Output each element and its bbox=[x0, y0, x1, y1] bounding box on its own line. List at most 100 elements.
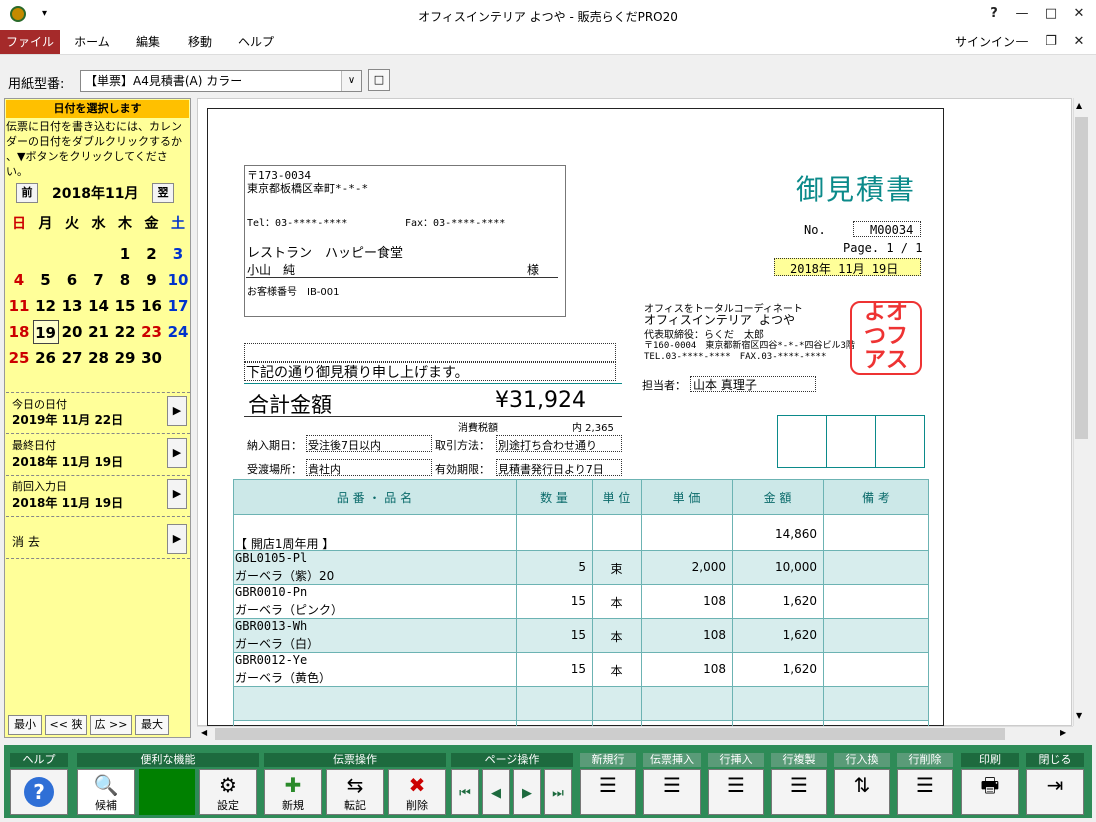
doc-close-button[interactable]: ✕ bbox=[1069, 34, 1089, 52]
divider bbox=[244, 416, 622, 417]
calendar-day[interactable]: 22 bbox=[112, 320, 138, 344]
seal-line: つフ bbox=[863, 324, 908, 349]
calendar-day[interactable]: 30 bbox=[139, 346, 165, 370]
menu-home[interactable]: ホーム bbox=[66, 30, 118, 54]
divider bbox=[246, 277, 558, 278]
calendar-day[interactable]: 7 bbox=[86, 268, 112, 292]
calendar-day[interactable]: 2 bbox=[139, 242, 165, 266]
row-delete-button[interactable]: ☰ bbox=[897, 769, 953, 815]
group-slip-insert-label: 伝票挿入 bbox=[643, 753, 701, 767]
calendar-day[interactable]: 14 bbox=[86, 294, 112, 318]
print-button[interactable]: 🖶 bbox=[961, 769, 1019, 815]
next-page-button[interactable]: ▶ bbox=[513, 769, 541, 815]
zoom-min-button[interactable]: 最小 bbox=[8, 715, 42, 735]
minimize-button[interactable]: — bbox=[1012, 6, 1032, 24]
calendar-day[interactable]: 20 bbox=[59, 320, 85, 344]
calendar-day[interactable]: 6 bbox=[59, 268, 85, 292]
calendar-day[interactable]: 10 bbox=[165, 268, 191, 292]
previous-entry-arrow-button[interactable]: ▶ bbox=[167, 479, 187, 509]
delete-slip-button[interactable]: ✖ 削除 bbox=[388, 769, 446, 815]
customer-fax: Fax：03-****-**** bbox=[405, 218, 506, 229]
zoom-max-button[interactable]: 最大 bbox=[135, 715, 169, 735]
today-arrow-button[interactable]: ▶ bbox=[167, 396, 187, 426]
calendar-day[interactable]: 16 bbox=[139, 294, 165, 318]
calendar-day[interactable]: 3 bbox=[165, 242, 191, 266]
maximize-button[interactable]: □ bbox=[1041, 6, 1061, 24]
close-button[interactable]: ✕ bbox=[1069, 6, 1089, 24]
signin-link[interactable]: サインイン bbox=[955, 30, 1015, 54]
calendar-day[interactable]: 27 bbox=[59, 346, 85, 370]
calendar-day[interactable]: 29 bbox=[112, 346, 138, 370]
zoom-wide-button[interactable]: 広 >> bbox=[90, 715, 132, 735]
menu-file[interactable]: ファイル bbox=[0, 30, 60, 54]
new-slip-label: 新規 bbox=[282, 799, 304, 812]
doc-restore-button[interactable]: ❐ bbox=[1041, 34, 1061, 52]
calendar-day[interactable]: 1 bbox=[112, 242, 138, 266]
horizontal-scroll-thumb[interactable] bbox=[215, 728, 1005, 740]
title-bar: ▾ オフィスインテリア よつや - 販売らくだPRO20 ? — □ ✕ bbox=[0, 0, 1096, 30]
customer-honorific: 様 bbox=[527, 263, 540, 277]
clear-arrow-button[interactable]: ▶ bbox=[167, 524, 187, 554]
calendar-day[interactable]: 5 bbox=[33, 268, 59, 292]
message-top-field bbox=[244, 343, 616, 362]
new-row-button[interactable]: ☰ bbox=[580, 769, 636, 815]
menu-edit[interactable]: 編集 bbox=[124, 30, 172, 54]
form-option-button[interactable]: □ bbox=[368, 69, 390, 91]
scroll-left-icon[interactable]: ◀ bbox=[201, 728, 207, 737]
scroll-right-icon[interactable]: ▶ bbox=[1060, 728, 1066, 737]
calendar-day[interactable]: 4 bbox=[6, 268, 32, 292]
menu-move[interactable]: 移動 bbox=[178, 30, 222, 54]
close-slip-button[interactable]: ⇥ bbox=[1026, 769, 1084, 815]
calendar-day[interactable]: 13 bbox=[59, 294, 85, 318]
help-icon[interactable]: ? bbox=[984, 6, 1004, 24]
calendar-day[interactable]: 9 bbox=[139, 268, 165, 292]
transfer-button[interactable]: ⇆ 転記 bbox=[326, 769, 384, 815]
calendar-day[interactable]: 25 bbox=[6, 346, 32, 370]
last-date-arrow-button[interactable]: ▶ bbox=[167, 438, 187, 468]
doc-minimize-button[interactable]: — bbox=[1012, 34, 1032, 52]
calendar-day[interactable]: 19 bbox=[32, 320, 59, 344]
table-row[interactable] bbox=[233, 515, 929, 551]
form-type-select[interactable]: 【単票】A4見積書(A) カラー bbox=[80, 70, 362, 92]
zoom-narrow-button[interactable]: << 狭 bbox=[45, 715, 87, 735]
scroll-down-icon[interactable]: ▼ bbox=[1076, 711, 1082, 720]
next-month-button[interactable]: 翌 bbox=[152, 183, 174, 203]
calendar-day[interactable]: 24 bbox=[165, 320, 191, 344]
calendar-day[interactable]: 8 bbox=[112, 268, 138, 292]
last-page-button[interactable]: ⏭ bbox=[544, 769, 572, 815]
divider bbox=[928, 479, 929, 726]
calendar-day[interactable]: 28 bbox=[86, 346, 112, 370]
calendar-day[interactable]: 12 bbox=[33, 294, 59, 318]
prev-month-button[interactable]: 前 bbox=[16, 183, 38, 203]
row-delete-icon: ☰ bbox=[916, 773, 934, 797]
scroll-up-icon[interactable]: ▲ bbox=[1076, 101, 1082, 110]
item-code-cell: GBL0105-Pl bbox=[235, 551, 308, 565]
calendar-day[interactable]: 15 bbox=[112, 294, 138, 318]
candidate-button[interactable]: 🔍 候補 bbox=[77, 769, 135, 815]
calendar-day[interactable]: 11 bbox=[6, 294, 32, 318]
prev-page-button[interactable]: ◀ bbox=[482, 769, 510, 815]
settings-button[interactable]: ⚙ 設定 bbox=[199, 769, 257, 815]
chevron-down-icon[interactable]: ∨ bbox=[341, 71, 361, 91]
today-label: 今日の日付 bbox=[12, 398, 67, 411]
calendar-day[interactable]: 23 bbox=[139, 320, 165, 344]
row-insert-icon: ☰ bbox=[727, 773, 745, 797]
calendar-day[interactable]: 26 bbox=[33, 346, 59, 370]
table-row[interactable] bbox=[233, 687, 929, 721]
calendar-day[interactable]: 18 bbox=[6, 320, 32, 344]
printer-icon: 🖶 bbox=[980, 773, 1000, 797]
vertical-scroll-thumb[interactable] bbox=[1075, 117, 1088, 439]
help-button[interactable]: ? bbox=[10, 769, 68, 815]
item-name-cell: ガーベラ（ピンク） bbox=[235, 603, 344, 617]
calendar-day[interactable]: 21 bbox=[86, 320, 112, 344]
row-insert-button[interactable]: ☰ bbox=[708, 769, 764, 815]
row-duplicate-button[interactable]: ☰ bbox=[771, 769, 827, 815]
staff-value: 山本 真理子 bbox=[693, 378, 757, 392]
last-page-icon: ⏭ bbox=[552, 786, 564, 801]
first-page-button[interactable]: ⏮ bbox=[451, 769, 479, 815]
slip-insert-button[interactable]: ☰ bbox=[643, 769, 701, 815]
calendar-day[interactable]: 17 bbox=[165, 294, 191, 318]
menu-help[interactable]: ヘルプ bbox=[230, 30, 282, 54]
new-slip-button[interactable]: ✚ 新規 bbox=[264, 769, 322, 815]
row-swap-button[interactable]: ⇅ bbox=[834, 769, 890, 815]
